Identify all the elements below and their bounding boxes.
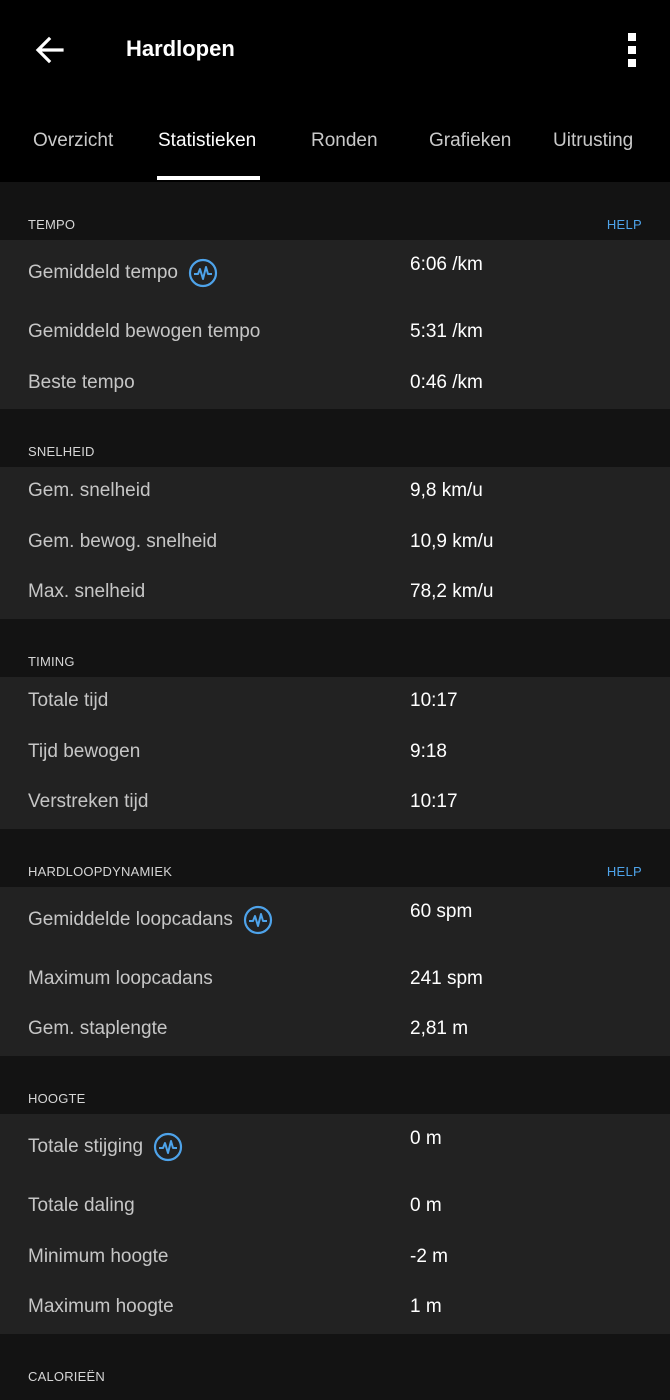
section-title: SNELHEID (28, 444, 95, 460)
stat-label: Max. snelheid (28, 581, 146, 603)
section-title: CALORIEËN (28, 1368, 105, 1384)
active-tab-indicator (157, 176, 260, 180)
tab-uitrusting[interactable]: Uitrusting (553, 130, 633, 152)
stat-row[interactable]: Totale daling 0 m (0, 1182, 670, 1233)
section-header-dynamiek: HARDLOOPDYNAMIEK HELP (0, 828, 670, 887)
section-header-calorieen: CALORIEËN (0, 1333, 670, 1392)
app-header: Hardlopen (0, 0, 670, 100)
stat-label: Gemiddelde loopcadans (28, 908, 233, 930)
help-link[interactable]: HELP (607, 864, 642, 879)
stat-value: 2,81 m (410, 1018, 469, 1040)
stat-row[interactable]: Verstreken tijd 10:17 (0, 778, 670, 829)
stat-row[interactable]: Beste tempo 0:46 /km (0, 359, 670, 410)
stat-label: Gem. snelheid (28, 480, 151, 502)
tab-bar: Overzicht Statistieken Ronden Grafieken … (0, 100, 670, 182)
stat-row[interactable]: Gem. snelheid 9,8 km/u (0, 467, 670, 518)
section-title: TIMING (28, 653, 75, 669)
stat-label: Minimum hoogte (28, 1245, 169, 1267)
stat-label: Gemiddeld bewogen tempo (28, 321, 261, 342)
stat-label: Totale daling (28, 1194, 135, 1216)
stat-row[interactable]: Maximum loopcadans 241 spm (0, 955, 670, 1006)
stat-value: 0 m (410, 1127, 442, 1149)
stat-label: Gem. staplengte (28, 1018, 168, 1040)
tab-grafieken[interactable]: Grafieken (429, 130, 511, 152)
stat-value: 9:18 (410, 740, 447, 762)
stat-row[interactable]: Gemiddeld tempo 6:06 /km (0, 240, 670, 308)
stat-label: Gem. bewog. snelheid (28, 530, 218, 552)
stat-value: 10:17 (410, 791, 458, 813)
stat-value: 1 m (410, 1296, 442, 1318)
section-header-snelheid: SNELHEID (0, 409, 670, 468)
stat-value: 0 m (410, 1194, 442, 1216)
stat-value: 5:31 /km (410, 321, 483, 342)
section-header-hoogte: HOOGTE (0, 1055, 670, 1114)
more-options-button[interactable] (618, 30, 646, 70)
stat-value: 6:06 /km (410, 254, 483, 275)
stat-row[interactable]: Maximum hoogte 1 m (0, 1283, 670, 1334)
stat-value: 60 spm (410, 900, 473, 922)
stat-row[interactable]: Totale stijging 0 m (0, 1114, 670, 1182)
stat-row[interactable]: Tijd bewogen 9:18 (0, 728, 670, 779)
section-card-snelheid: Gem. snelheid 9,8 km/u Gem. bewog. snelh… (0, 467, 670, 619)
stat-value: -2 m (410, 1245, 448, 1267)
section-title: TEMPO (28, 217, 76, 232)
stat-label: Tijd bewogen (28, 740, 141, 762)
stat-label: Totale stijging (28, 1135, 144, 1157)
stat-label: Beste tempo (28, 371, 135, 393)
page-title: Hardlopen (126, 36, 235, 61)
section-header-tempo: TEMPO HELP (0, 182, 670, 240)
section-card-tempo: Gemiddeld tempo 6:06 /km Gemiddeld bewog… (0, 240, 670, 410)
section-card-timing: Totale tijd 10:17 Tijd bewogen 9:18 Vers… (0, 676, 670, 829)
tab-overzicht[interactable]: Overzicht (33, 130, 113, 152)
stat-label: Verstreken tijd (28, 791, 149, 813)
stat-label: Totale tijd (28, 689, 109, 711)
section-title: HARDLOOPDYNAMIEK (28, 863, 173, 879)
stat-row[interactable]: Max. snelheid 78,2 km/u (0, 568, 670, 619)
section-card-dynamiek: Gemiddelde loopcadans 60 spm Maximum loo… (0, 886, 670, 1056)
stat-value: 78,2 km/u (410, 581, 494, 603)
stat-value: 9,8 km/u (410, 480, 483, 502)
more-vertical-icon (628, 33, 636, 67)
stat-label: Gemiddeld tempo (28, 262, 178, 283)
stat-row[interactable]: Gem. staplengte 2,81 m (0, 1005, 670, 1056)
stat-value: 0:46 /km (410, 371, 483, 393)
stat-label: Maximum loopcadans (28, 967, 213, 989)
stat-row[interactable]: Gemiddeld bewogen tempo 5:31 /km (0, 308, 670, 359)
tab-ronden[interactable]: Ronden (311, 130, 378, 152)
stat-label: Maximum hoogte (28, 1296, 174, 1318)
stat-value: 10,9 km/u (410, 530, 494, 552)
arrow-left-icon (35, 36, 64, 64)
stat-row[interactable]: Minimum hoogte -2 m (0, 1233, 670, 1284)
section-title: HOOGTE (28, 1090, 86, 1106)
section-card-hoogte: Totale stijging 0 m Totale daling 0 m Mi… (0, 1113, 670, 1334)
stat-value: 241 spm (410, 967, 483, 989)
stat-row[interactable]: Gemiddelde loopcadans 60 spm (0, 887, 670, 955)
stat-row[interactable]: Totale tijd 10:17 (0, 677, 670, 728)
stat-row[interactable]: Gem. bewog. snelheid 10,9 km/u (0, 518, 670, 569)
tab-statistieken[interactable]: Statistieken (158, 130, 256, 152)
pulse-chart-icon[interactable] (153, 1132, 183, 1162)
section-header-timing: TIMING (0, 618, 670, 677)
pulse-chart-icon[interactable] (243, 905, 273, 935)
stat-value: 10:17 (410, 689, 458, 711)
pulse-chart-icon[interactable] (188, 258, 218, 288)
back-button[interactable] (30, 30, 70, 70)
help-link[interactable]: HELP (607, 217, 642, 232)
